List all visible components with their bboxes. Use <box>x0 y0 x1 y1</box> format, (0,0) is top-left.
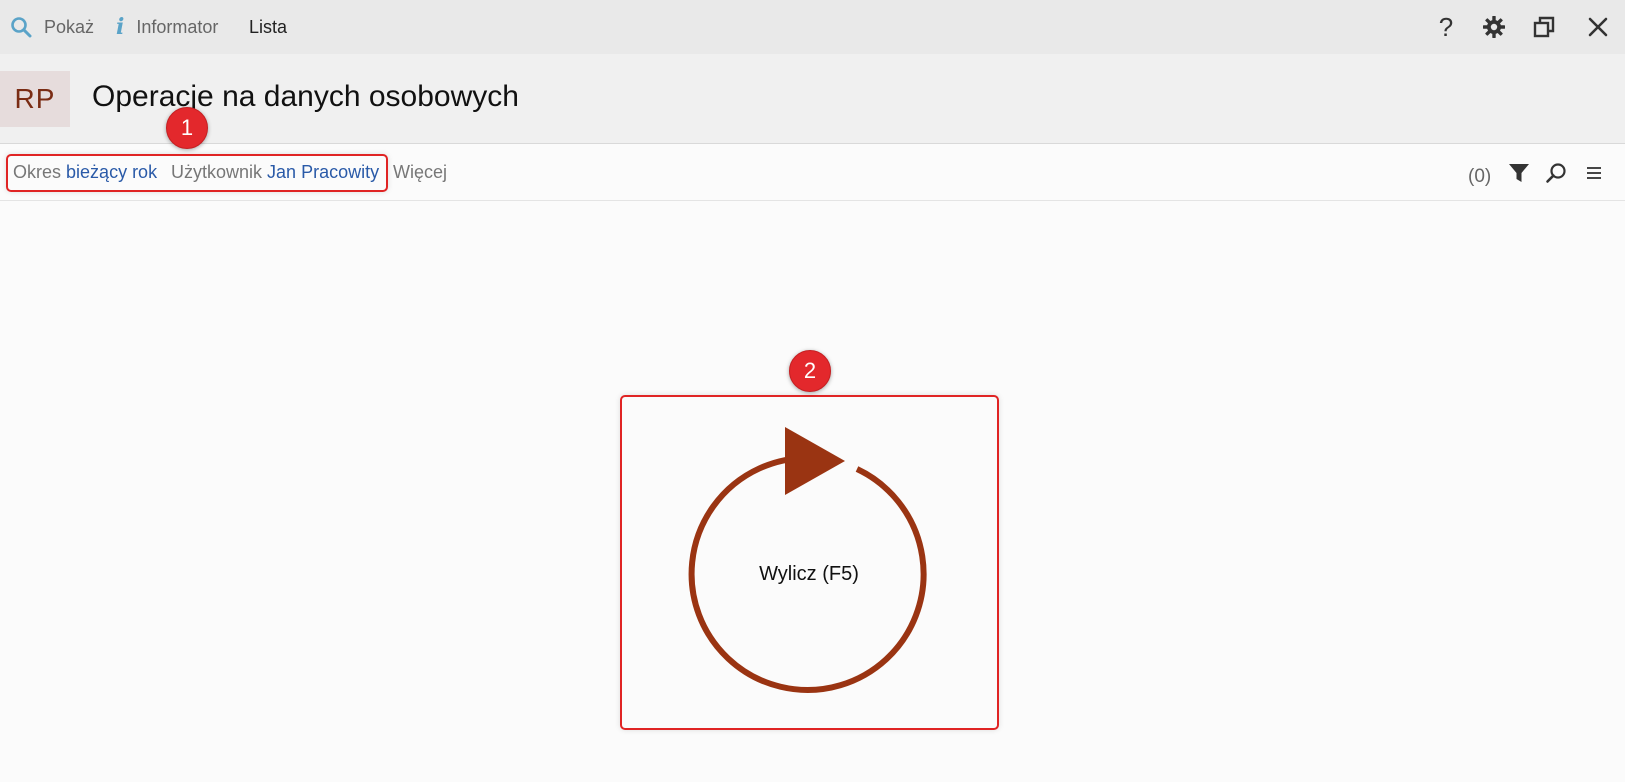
filter-button[interactable] <box>1506 162 1532 188</box>
calculate-button[interactable]: Wylicz (F5) <box>621 395 997 728</box>
close-button[interactable] <box>1582 11 1614 43</box>
record-count: (0) <box>1468 166 1492 187</box>
menu-button[interactable] <box>1581 162 1607 188</box>
gear-icon <box>1482 15 1506 39</box>
avatar: RP <box>0 71 70 127</box>
refresh-icon <box>688 427 927 693</box>
informator-label: Informator <box>136 16 219 37</box>
show-button[interactable]: Pokaż <box>10 0 94 54</box>
list-label: Lista <box>249 16 288 37</box>
informator-button[interactable]: i Informator <box>116 0 218 54</box>
search-icon <box>10 16 32 38</box>
help-icon: ? <box>1438 11 1454 42</box>
help-button[interactable]: ? <box>1430 11 1462 43</box>
settings-button[interactable] <box>1478 11 1510 43</box>
list-tab[interactable]: Lista <box>249 0 287 54</box>
search-button[interactable] <box>1543 162 1569 188</box>
info-icon: i <box>116 14 125 40</box>
top-toolbar: Pokaż i Informator Lista ? <box>0 0 1625 54</box>
annotation-marker-2: 2 <box>789 350 831 392</box>
calculate-label: Wylicz (F5) <box>759 563 859 585</box>
page-header: RP Operacje na danych osobowych <box>0 54 1625 144</box>
restore-window-button[interactable] <box>1528 11 1560 43</box>
filter-icon <box>1508 162 1530 189</box>
restore-window-icon <box>1532 15 1556 39</box>
annotation-marker-1: 1 <box>166 107 208 149</box>
menu-icon <box>1585 165 1603 186</box>
page-title: Operacje na danych osobowych <box>92 80 519 113</box>
more-filters-link[interactable]: Więcej <box>393 162 447 183</box>
search-icon <box>1545 162 1567 189</box>
highlight-box-1 <box>6 154 388 192</box>
show-label: Pokaż <box>44 16 95 37</box>
close-icon <box>1587 16 1609 38</box>
